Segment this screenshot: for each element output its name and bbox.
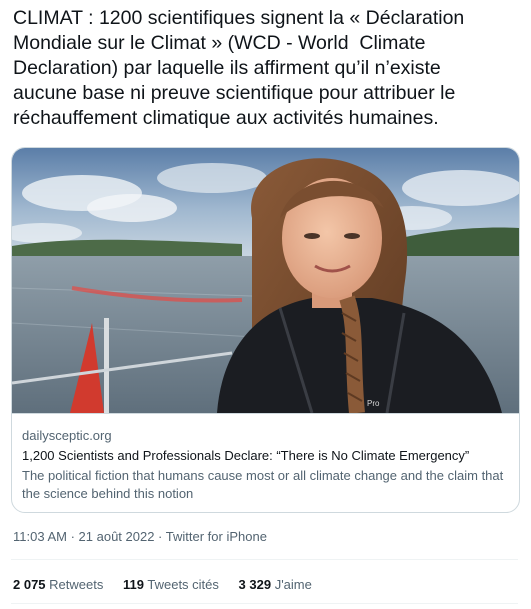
likes-stat[interactable]: 3 329 J'aime bbox=[239, 576, 312, 593]
tweet-meta: 11:03 AM · 21 août 2022 · Twitter for iP… bbox=[13, 528, 267, 545]
quotes-label: Tweets cités bbox=[147, 577, 219, 592]
quote-tweets-stat[interactable]: 119 Tweets cités bbox=[123, 576, 219, 593]
tweet-source-link[interactable]: Twitter for iPhone bbox=[166, 529, 267, 544]
card-domain[interactable]: dailysceptic.org bbox=[22, 427, 512, 444]
card-title[interactable]: 1,200 Scientists and Professionals Decla… bbox=[22, 447, 512, 465]
card-photo: Pro bbox=[12, 148, 519, 413]
meta-separator: · bbox=[154, 529, 166, 544]
retweets-stat[interactable]: 2 075 Retweets bbox=[13, 576, 103, 593]
tweet-text: CLIMAT : 1200 scientifiques signent la «… bbox=[13, 7, 465, 129]
retweets-count: 2 075 bbox=[13, 577, 46, 592]
tweet-stats: 2 075 Retweets 119 Tweets cités 3 329 J'… bbox=[13, 576, 328, 593]
divider bbox=[11, 603, 518, 604]
link-preview-card[interactable]: Pro dailysceptic.org 1,200 Scientists an… bbox=[11, 147, 520, 513]
meta-separator: · bbox=[66, 529, 79, 544]
card-image[interactable]: Pro bbox=[12, 148, 519, 414]
jacket-logo-text: Pro bbox=[367, 399, 380, 408]
quotes-count: 119 bbox=[123, 577, 144, 592]
tweet-date-link[interactable]: 21 août 2022 bbox=[79, 529, 155, 544]
card-description: The political fiction that humans cause … bbox=[22, 468, 504, 501]
retweets-label: Retweets bbox=[49, 577, 104, 592]
likes-label: J'aime bbox=[274, 577, 312, 592]
tweet-time-link[interactable]: 11:03 AM bbox=[13, 529, 67, 544]
divider bbox=[11, 559, 518, 560]
card-body: dailysceptic.org 1,200 Scientists and Pr… bbox=[22, 427, 512, 503]
likes-count: 3 329 bbox=[238, 577, 272, 592]
